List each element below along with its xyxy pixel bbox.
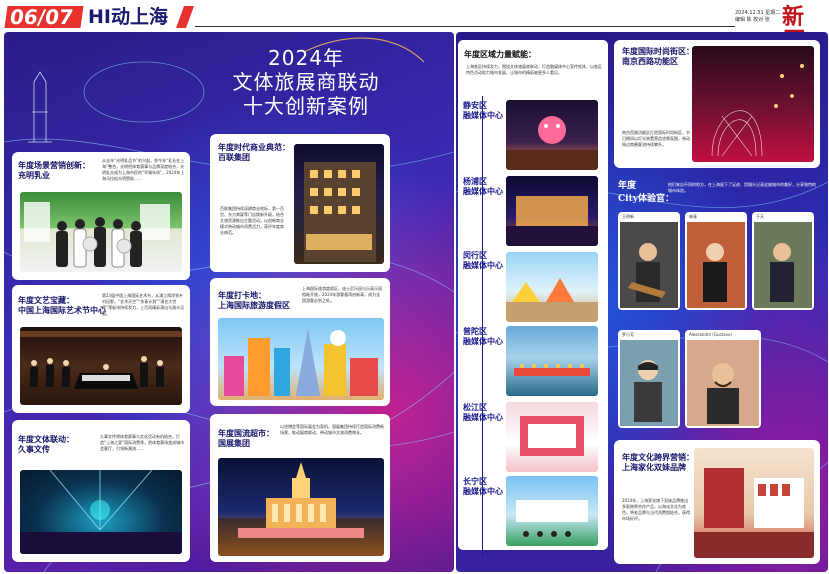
card-text: 2024年，上海家化旗下双妹品牌推出多款跨界合作产品，以海派文化为底色，将老品牌… [622,498,690,521]
person-photo [620,222,678,308]
award-ceremony-photo [20,192,182,272]
card-title: 年度国际时尚街区： 南京西路功能区 [622,46,694,66]
case-card-bright-dairy: 年度场景营销创新： 充明乳业 从去年“光明乳品节”的兴起，到今年“乳业在上海”整… [12,152,190,280]
festive-street-photo [692,46,814,162]
person-card-3: 于天 [752,212,814,310]
case-card-jiushi: 年度文体联动： 久事文传 久事文传将体育赛事与文化活动有机结合，打造“上海之夏”… [12,420,190,562]
changning-scene [516,500,588,537]
person-card-4: 罗小芳 [618,330,680,428]
main-title: 2024年 文体旅展商联动 十大创新案例 [222,46,390,118]
light-installation [711,64,804,157]
card-text: 以进博会等国际展会为契机，国展集团持续打造国际消费新场景，推动展商联动，带动城市… [280,424,384,435]
case-card-bailian: 年度时代商业典范： 百联集团 百联集团持续深耕商业地标，第一百货、东方商厦等门店… [210,134,390,272]
header-rule [195,26,735,27]
card-title: 年度文体联动： 久事文传 [18,434,74,454]
exhibition-center-shape [218,462,384,556]
putuo-photo [506,326,598,396]
stage-lights [20,470,182,554]
person-name: 罗小芳 [622,332,634,337]
card-text: 上海国际旅游度假区，迪士尼乐园与乐高乐园相继开放，2024年游客量再创新高，成为… [302,286,382,303]
theme-park-photo [218,318,384,400]
district-songjiang: 松江区 融媒体中心 [463,402,503,422]
person-photo [754,222,812,308]
main-title-line-1: 2024年 [268,46,344,70]
header-slash [175,6,195,28]
theme-park-shapes [224,328,378,396]
case-card-guozhan: 年度国流超市： 国展集团 以进博会等国际展会为契机，国展集团持续打造国际消费新场… [210,414,390,562]
districts-text: 上海各区持续发力，围绕文体旅展商联动，打造融媒体中心宣传矩阵，以各区特色活动助力… [466,64,602,75]
case-card-shanghai-arts-centre: 年度文艺宝藏： 中国上海国际艺术节中心 第23届中国上海国际艺术节，从浦江两岸到… [12,285,190,413]
orchestra-figures [20,331,182,389]
yangpu-photo [506,176,598,246]
stage-concert-photo [20,470,182,554]
card-title: 年度打卡地： 上海国际旅游度假区 [218,290,290,310]
card-title: 年度时代商业典范： 百联集团 [218,142,290,162]
card-text: 久事文传将体育赛事与文化活动有机结合，打造“上海之夏”国际消费季，把体育赛场变成… [100,434,185,451]
minhang-scene [506,278,598,322]
people-figures [24,202,170,268]
card-text: 第23届中国上海国际艺术节，从浦江两岸到乡村田野，“艺术天空”“扶青计划”“演艺… [102,293,185,316]
yangpu-scene [506,196,598,246]
card-text: 百联集团持续深耕商业地标，第一百货、东方商厦等门店焕新升级，结合文旅资源推出主题… [220,206,284,235]
exhibition-center-photo [218,458,384,556]
district-putuo: 普陀区 融媒体中心 [463,326,503,346]
newspaper-page: 06/07 HI动上海 2024.12.31 星期二 编辑 陈 校对 张 新民 [0,0,829,574]
songjiang-scene [520,416,584,456]
jingan-scene [506,116,598,170]
district-minhang: 闵行区 融媒体中心 [463,250,503,270]
case-card-resort: 年度打卡地： 上海国际旅游度假区 上海国际旅游度假区，迪士尼乐园与乐高乐园相继开… [210,278,390,406]
person-card-5: Alessandro (Gustavo) [685,330,761,428]
changning-photo [506,476,598,546]
person-name: Alessandro (Gustavo) [689,332,732,337]
card-text: 南京西路功能区打造国际时尚街区，节日期间以灯光装置营造浓厚氛围，带动周边商圈客流… [622,130,690,147]
person-photo [687,222,745,308]
district-yangpu: 杨浦区 融媒体中心 [463,176,503,196]
person-photo [620,340,678,426]
person-photo [687,340,759,426]
songjiang-photo [506,402,598,472]
case-card-nanjing-west: 年度国际时尚街区： 南京西路功能区 南京西路功能区打造国际时尚街区，节日期间以灯… [614,40,820,168]
main-title-line-2: 文体旅展商联动 [232,70,380,94]
person-card-1: 王明新 [618,212,680,310]
person-name: 王明新 [622,214,634,219]
orchestra-photo [20,327,182,405]
main-title-line-3: 十大创新案例 [243,94,369,118]
shuangmei-store-photo [694,448,814,558]
person-name: 林青 [689,214,697,219]
person-card-2: 林青 [685,212,747,310]
district-jingan: 静安区 融媒体中心 [463,100,503,120]
newspaper-logo: 新民 [782,4,808,56]
building-shape [304,162,376,262]
putuo-scene [514,364,590,376]
city-section-title: 年度 City体验官： [618,181,674,204]
districts-title: 年度区域力量赋能： [464,50,536,59]
minhang-photo [506,252,598,322]
header-date: 2024.12.31 星期二 编辑 陈 校对 张 [735,10,781,24]
jingan-photo [506,100,598,170]
card-title: 年度场景营销创新： 充明乳业 [18,160,90,180]
city-section-text: 他们来自不同的地方，在上海留下了足迹，用镜头记录这座城市的美好，分享独特的城市体… [668,182,816,193]
store-interior [694,468,814,558]
person-name: 于天 [756,214,764,219]
date-text: 2024.12.31 星期二 [735,10,781,16]
case-card-shuangmei: 年度文化跨界营销： 上海家化双妹品牌 2024年，上海家化旗下双妹品牌推出多款跨… [614,440,820,564]
page-number: 06/07 [4,5,84,29]
district-changning: 长宁区 融媒体中心 [463,476,503,496]
department-store-photo [294,144,384,264]
card-text: 从去年“光明乳品节”的兴起，到今年“乳业在上海”整合，光明把体育赛事与品牌深度结… [102,158,185,181]
editor-text: 编辑 陈 校对 张 [735,17,770,23]
section-title: HI动上海 [88,6,168,28]
